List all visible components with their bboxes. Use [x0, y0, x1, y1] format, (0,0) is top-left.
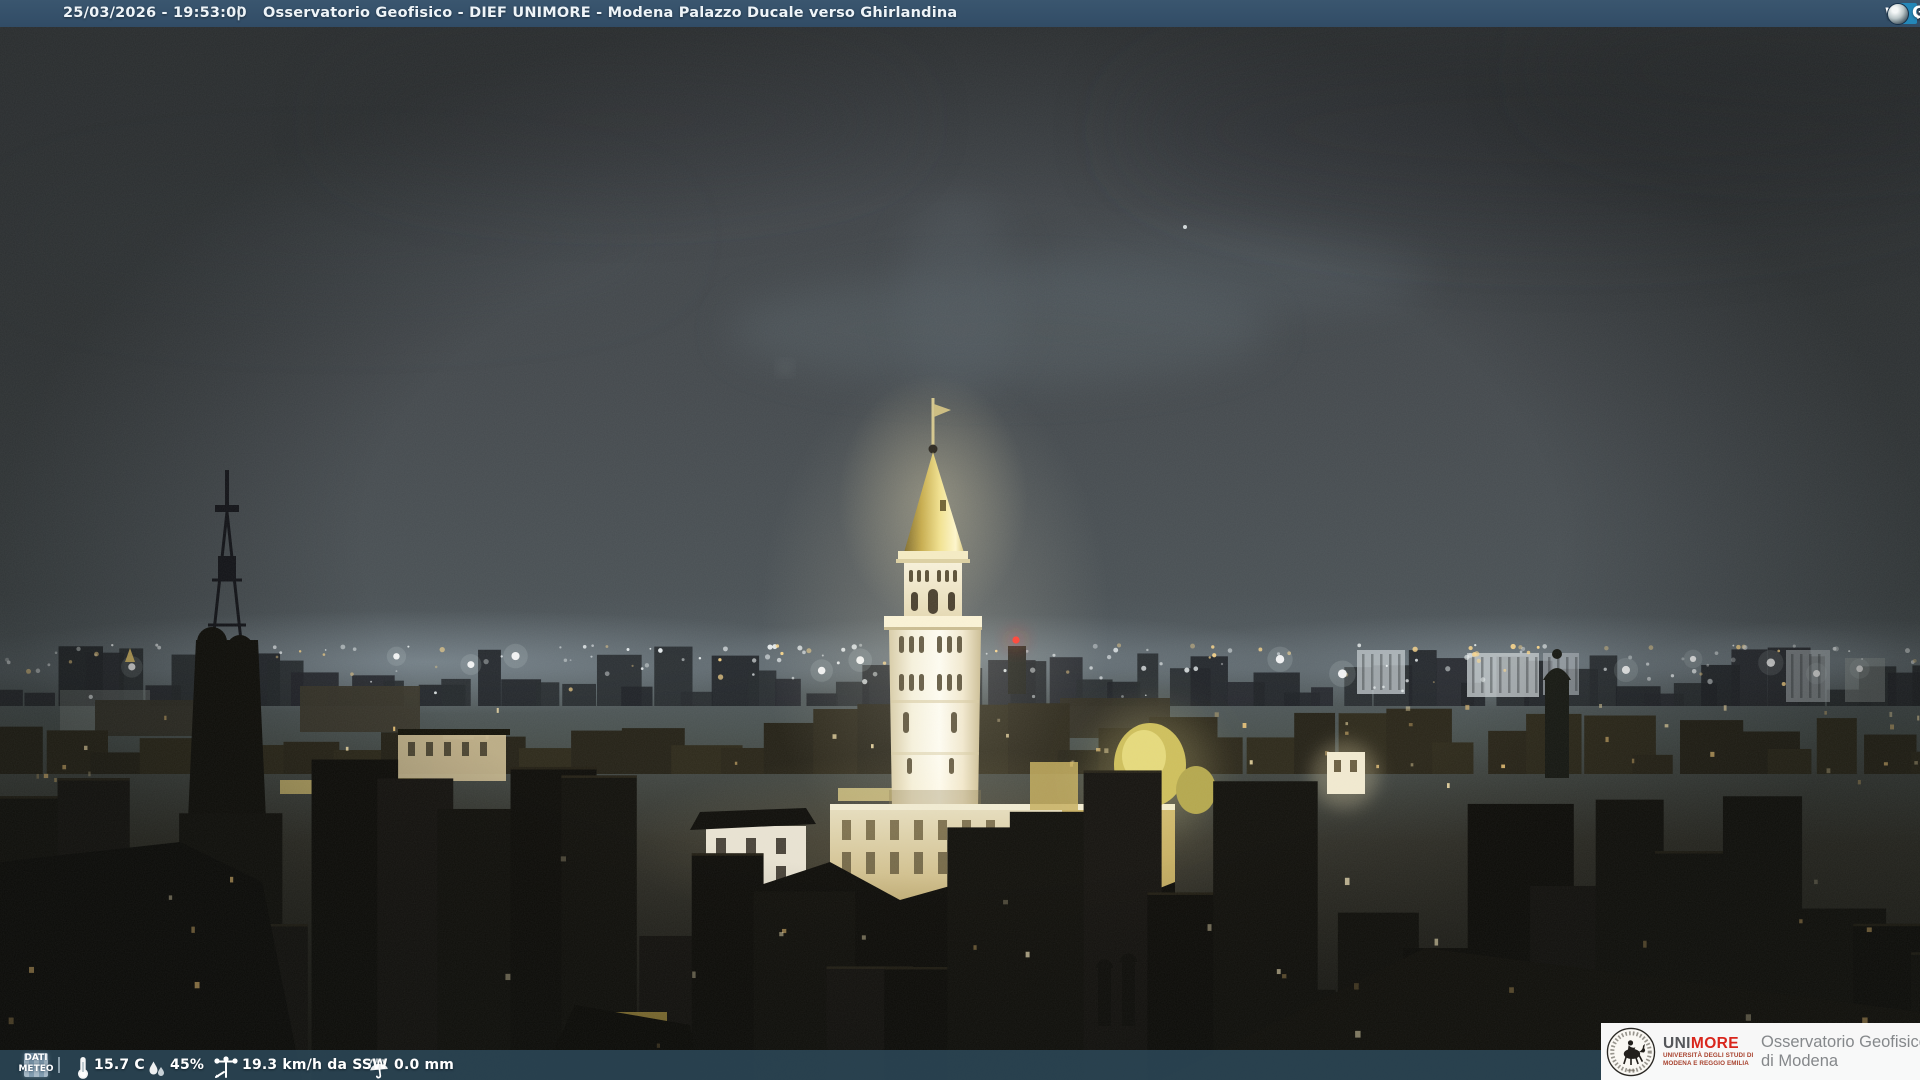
humidity-value: 45%	[170, 1057, 205, 1073]
webcam-frame: 25/03/2026 - 19:53:00 | Osservatorio Geo…	[0, 0, 1920, 1080]
datetime-text: 25/03/2026 - 19:53:00	[63, 5, 247, 21]
separator: |	[236, 5, 242, 21]
weathercam-word-cam: CAM	[1912, 0, 1920, 27]
unimore-subtitle-line2: MODENA E REGGIO EMILIA	[1663, 1060, 1749, 1067]
camera-lens-icon	[1887, 2, 1909, 25]
temperature-value: 15.7 C	[94, 1057, 145, 1073]
unimore-seal	[1606, 1027, 1656, 1076]
dati-meteo-badge: DATI METEO	[12, 1053, 60, 1077]
weathercam-cam-box: CAM	[1887, 0, 1920, 27]
webcam-photo-modena-night	[0, 0, 1920, 1080]
badge-line2: METEO	[18, 1064, 54, 1074]
unimore-wordmark: UNIMORE UNIVERSITÀ DEGLI STUDI DI MODENA…	[1663, 1035, 1754, 1067]
unimore-branding-box: UNIMORE UNIVERSITÀ DEGLI STUDI DI MODENA…	[1601, 1023, 1920, 1080]
umbrella-icon	[368, 1054, 390, 1080]
observatory-name: Osservatorio Geofisico di Modena	[1761, 1033, 1920, 1071]
rain-value: 0.0 mm	[394, 1057, 455, 1073]
raindrops-icon	[146, 1054, 167, 1080]
thermometer-icon	[76, 1053, 90, 1080]
observatory-name-line2: di Modena	[1761, 1051, 1839, 1070]
unimore-more: MORE	[1690, 1035, 1740, 1053]
wind-value: 19.3 km/h da SSW	[242, 1057, 388, 1073]
camera-title: Osservatorio Geofisico - DIEF UNIMORE - …	[263, 5, 958, 21]
weathercam-logo: Weather CAM	[1885, 0, 1920, 27]
observatory-name-line1: Osservatorio Geofisico	[1761, 1032, 1920, 1051]
anemometer-icon	[212, 1053, 239, 1080]
unimore-uni: UNI	[1663, 1035, 1691, 1053]
sensor-noise	[0, 0, 1920, 1080]
badge-line1: DATI	[24, 1053, 48, 1063]
divider	[58, 1057, 60, 1073]
unimore-subtitle-line1: UNIVERSITÀ DEGLI STUDI DI	[1663, 1052, 1754, 1060]
timestamp-bar: 25/03/2026 - 19:53:00 | Osservatorio Geo…	[0, 0, 1920, 27]
